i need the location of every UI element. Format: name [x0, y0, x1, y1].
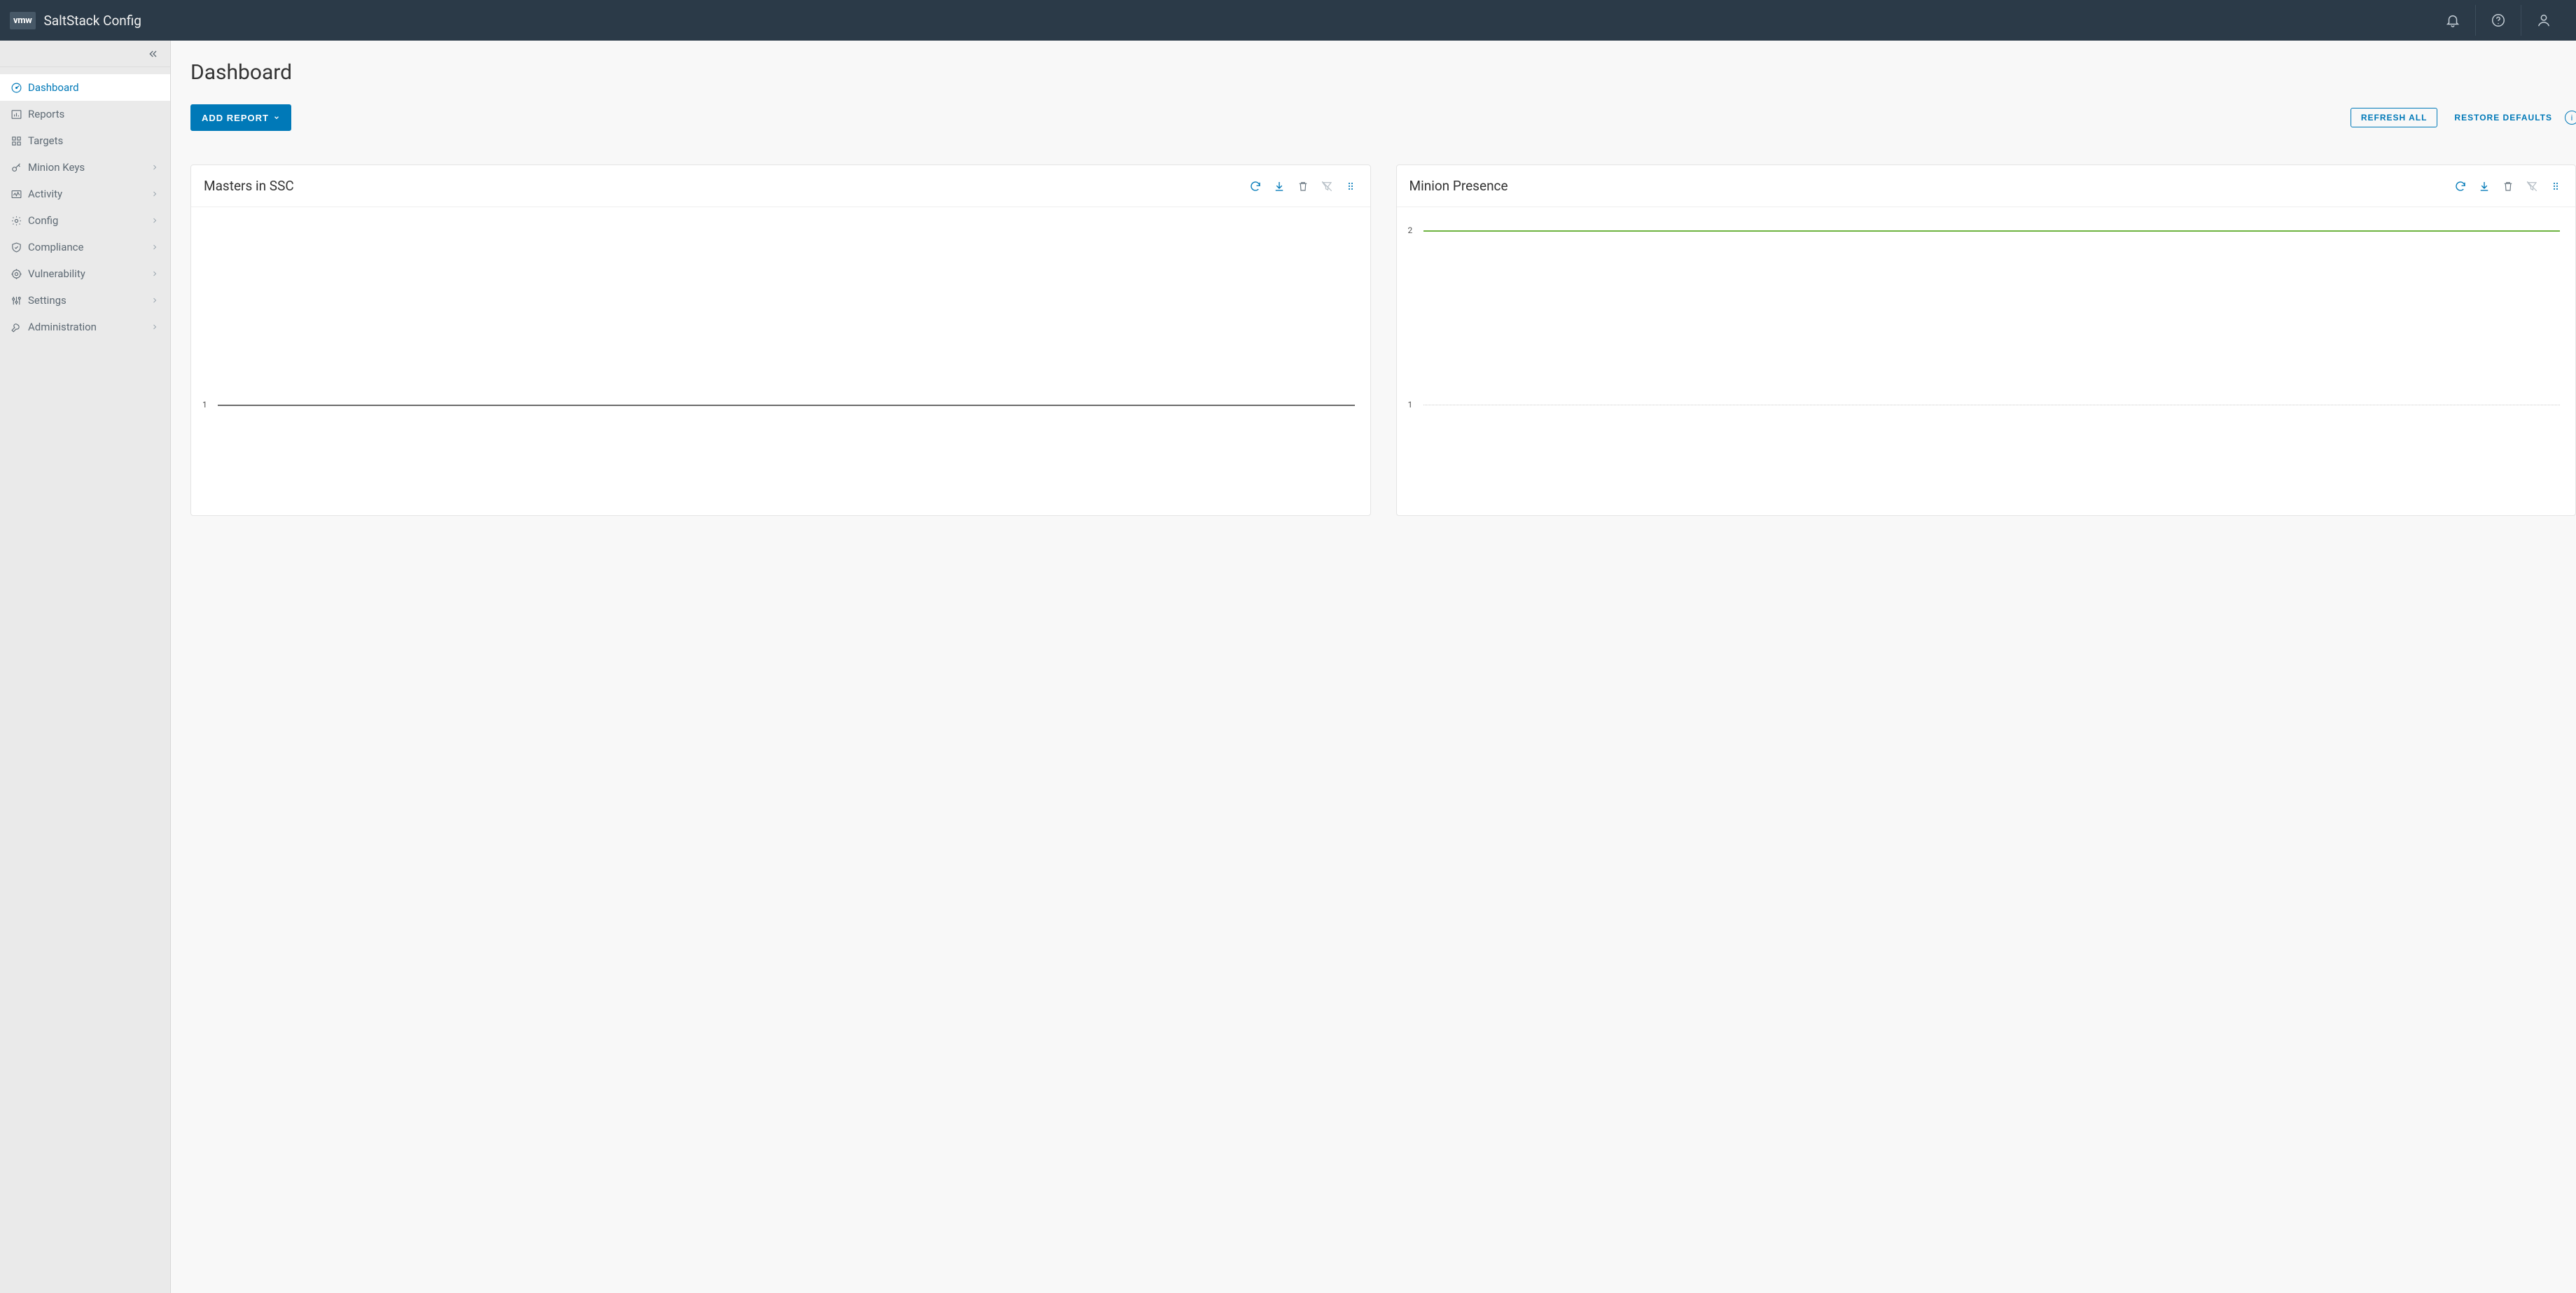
nav-list: Dashboard Reports Targets Minion Keys [0, 67, 170, 340]
sidebar-item-label: Reports [28, 108, 160, 120]
filter-off-icon [1321, 180, 1333, 193]
help-button[interactable] [2476, 0, 2521, 41]
trash-icon [2502, 180, 2514, 193]
y-tick-label: 1 [1408, 400, 1413, 410]
card-title: Minion Presence [1409, 178, 2454, 194]
sidebar-item-label: Dashboard [28, 81, 160, 94]
bell-icon [2445, 13, 2460, 28]
toolbar: ADD REPORT REFRESH ALL RESTORE DEFAULTS … [190, 104, 2576, 131]
content-area: Dashboard ADD REPORT REFRESH ALL RESTORE… [171, 41, 2576, 1293]
sidebar-item-dashboard[interactable]: Dashboard [0, 74, 170, 101]
bar-chart-icon [10, 108, 22, 120]
key-icon [10, 161, 22, 174]
shield-check-icon [10, 241, 22, 253]
cards-row: Masters in SSC [190, 165, 2576, 516]
chevron-right-icon [151, 296, 160, 305]
sidebar: Dashboard Reports Targets Minion Keys [0, 41, 171, 1293]
sidebar-item-settings[interactable]: Settings [0, 287, 170, 314]
header-actions [2430, 0, 2566, 41]
chevron-right-icon [151, 163, 160, 172]
trash-icon [1297, 180, 1309, 193]
chevron-right-icon [151, 323, 160, 331]
sidebar-item-vulnerability[interactable]: Vulnerability [0, 260, 170, 287]
grid-icon [10, 134, 22, 147]
download-icon [1273, 180, 1286, 193]
sidebar-item-administration[interactable]: Administration [0, 314, 170, 340]
sliders-icon [10, 294, 22, 307]
top-header: vmw SaltStack Config [0, 0, 2576, 41]
filter-button [2525, 179, 2539, 193]
add-report-button[interactable]: ADD REPORT [190, 104, 291, 131]
drag-handle[interactable] [2549, 179, 2563, 193]
chevron-right-icon [151, 270, 160, 278]
delete-button[interactable] [1296, 179, 1310, 193]
activity-icon [10, 188, 22, 200]
refresh-all-button[interactable]: REFRESH ALL [2351, 108, 2438, 127]
page-title: Dashboard [190, 60, 2576, 85]
wrench-icon [10, 321, 22, 333]
sidebar-item-label: Settings [28, 294, 151, 307]
notifications-button[interactable] [2430, 0, 2475, 41]
chevron-right-icon [151, 190, 160, 198]
download-icon [2478, 180, 2491, 193]
report-card-minion-presence: Minion Presence [1396, 165, 2576, 516]
sidebar-item-targets[interactable]: Targets [0, 127, 170, 154]
card-body: 2 1 [1397, 207, 2576, 515]
card-actions [2453, 179, 2563, 193]
sidebar-item-compliance[interactable]: Compliance [0, 234, 170, 260]
minion-presence-chart: 2 1 [1404, 216, 2563, 507]
masters-chart: 1 [198, 216, 1358, 507]
drag-handle[interactable] [1344, 179, 1358, 193]
gauge-icon [10, 81, 22, 94]
sidebar-item-reports[interactable]: Reports [0, 101, 170, 127]
info-icon: i [2571, 113, 2573, 123]
sidebar-item-label: Minion Keys [28, 161, 151, 174]
refresh-icon [1249, 180, 1262, 193]
download-button[interactable] [2477, 179, 2491, 193]
y-tick-label: 1 [202, 400, 207, 410]
card-body: 1 [191, 207, 1370, 515]
card-header: Minion Presence [1397, 165, 2576, 207]
chevron-down-icon [273, 114, 280, 121]
sidebar-item-label: Config [28, 214, 151, 227]
report-card-masters-in-ssc: Masters in SSC [190, 165, 1371, 516]
refresh-button[interactable] [2453, 179, 2467, 193]
sidebar-item-activity[interactable]: Activity [0, 181, 170, 207]
chart-series-line [1423, 230, 2561, 232]
card-actions [1248, 179, 1358, 193]
card-header: Masters in SSC [191, 165, 1370, 207]
vmware-logo: vmw [10, 12, 36, 29]
y-tick-label: 2 [1408, 225, 1413, 235]
gear-icon [10, 214, 22, 227]
chevron-right-icon [151, 243, 160, 251]
sidebar-item-label: Administration [28, 321, 151, 333]
filter-off-icon [2526, 180, 2538, 193]
sidebar-collapse-button[interactable] [0, 41, 170, 67]
info-button[interactable]: i [2565, 111, 2576, 125]
chevron-double-left-icon [148, 48, 159, 60]
sidebar-item-config[interactable]: Config [0, 207, 170, 234]
chevron-right-icon [151, 216, 160, 225]
add-report-label: ADD REPORT [202, 113, 269, 123]
chart-series-line [218, 405, 1355, 406]
sidebar-item-label: Activity [28, 188, 151, 200]
refresh-icon [2454, 180, 2467, 193]
download-button[interactable] [1272, 179, 1286, 193]
sidebar-item-minion-keys[interactable]: Minion Keys [0, 154, 170, 181]
drag-icon [2550, 181, 2561, 192]
refresh-button[interactable] [1248, 179, 1262, 193]
drag-icon [1345, 181, 1356, 192]
user-icon [2536, 13, 2551, 28]
restore-defaults-button[interactable]: RESTORE DEFAULTS [2454, 113, 2552, 123]
app-title: SaltStack Config [44, 13, 141, 29]
user-menu-button[interactable] [2521, 0, 2566, 41]
sidebar-item-label: Targets [28, 134, 160, 147]
help-icon [2491, 13, 2506, 28]
filter-button [1320, 179, 1334, 193]
card-title: Masters in SSC [204, 178, 1248, 194]
delete-button[interactable] [2501, 179, 2515, 193]
sidebar-item-label: Vulnerability [28, 267, 151, 280]
sidebar-item-label: Compliance [28, 241, 151, 253]
target-icon [10, 267, 22, 280]
